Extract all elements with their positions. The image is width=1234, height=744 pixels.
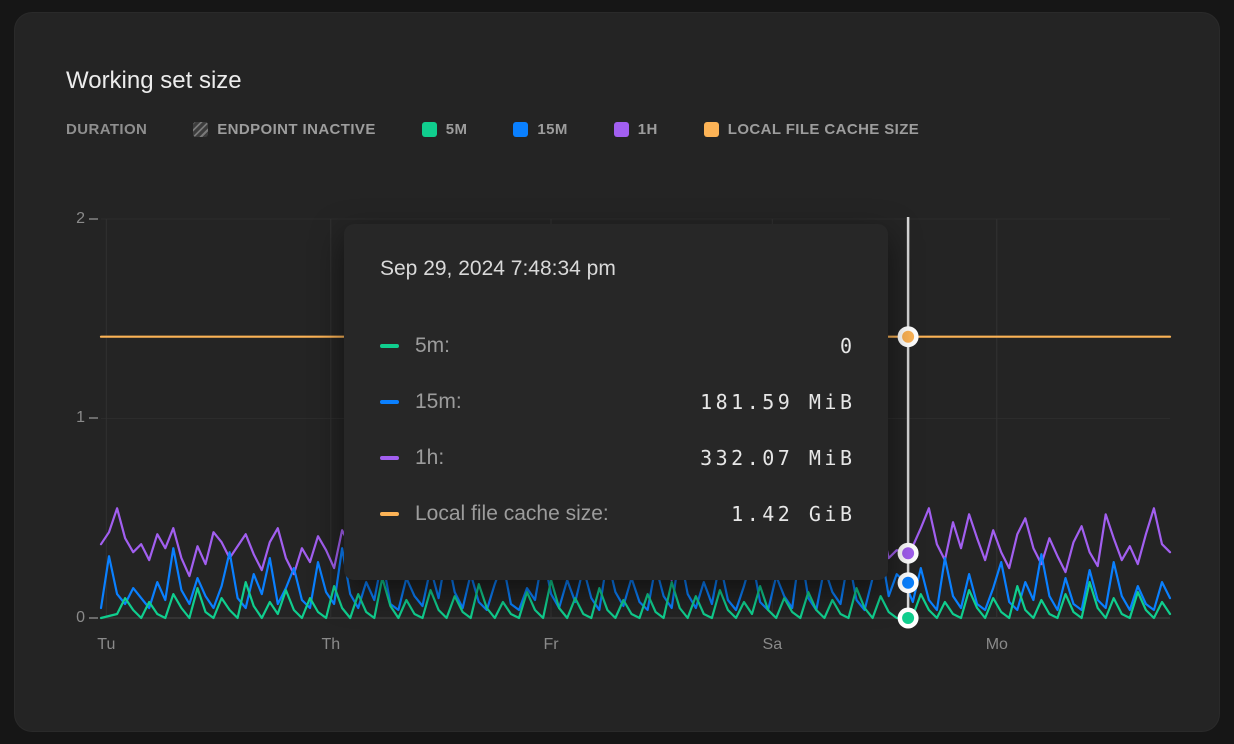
legend-item-label: 5M — [446, 121, 468, 138]
legend-item-label: 1H — [638, 121, 658, 138]
tooltip-row-label: Local file cache size: — [415, 502, 609, 526]
tooltip-row-1h: 1h: 332.07 MiB — [380, 442, 852, 473]
purple-swatch-icon — [614, 122, 629, 137]
working-set-size-card: Working set size DURATION ENDPOINT INACT… — [14, 12, 1220, 732]
legend-item-local-file-cache-size[interactable]: LOCAL FILE CACHE SIZE — [704, 121, 919, 138]
tooltip-row-local-file-cache-size: Local file cache size: 1.42 GiB — [380, 498, 852, 529]
tooltip-timestamp: Sep 29, 2024 7:48:34 pm — [380, 254, 852, 284]
chart-legend: DURATION ENDPOINT INACTIVE 5M 15M 1H LOC… — [66, 118, 919, 140]
orange-dash-icon — [380, 512, 399, 516]
y-tick-dash — [89, 417, 98, 419]
legend-item-1h[interactable]: 1H — [614, 121, 658, 138]
tooltip-row-value: 1.42 GiB — [731, 502, 855, 526]
tooltip-row-5m: 5m: 0 — [380, 330, 852, 361]
legend-item-label: LOCAL FILE CACHE SIZE — [728, 121, 919, 138]
green-dash-icon — [380, 344, 399, 348]
x-tick-th: Th — [321, 635, 340, 655]
legend-item-15m[interactable]: 15M — [513, 121, 567, 138]
blue-swatch-icon — [513, 122, 528, 137]
y-tick-0: 0 — [43, 607, 85, 629]
hatch-swatch-icon — [193, 122, 208, 137]
tooltip-rows: 5m: 0 15m: 181.59 MiB 1h: 332.07 MiB Loc… — [380, 330, 852, 529]
tooltip-row-15m: 15m: 181.59 MiB — [380, 386, 852, 417]
tooltip-row-label: 5m: — [415, 334, 450, 358]
tooltip-row-value: 181.59 MiB — [700, 390, 855, 414]
legend-item-label: ENDPOINT INACTIVE — [217, 121, 375, 138]
legend-item-label: 15M — [537, 121, 567, 138]
duration-label: DURATION — [66, 121, 147, 138]
green-swatch-icon — [422, 122, 437, 137]
y-tick-dash — [89, 617, 98, 619]
tooltip-row-value: 332.07 MiB — [700, 446, 855, 470]
legend-item-5m[interactable]: 5M — [422, 121, 468, 138]
x-tick-mo: Mo — [986, 635, 1008, 655]
legend-item-endpoint-inactive[interactable]: ENDPOINT INACTIVE — [193, 121, 375, 138]
orange-swatch-icon — [704, 122, 719, 137]
y-tick-1: 1 — [43, 407, 85, 429]
tooltip-row-value: 0 — [840, 334, 856, 358]
x-tick-sa: Sa — [763, 635, 783, 655]
tooltip-row-label: 1h: — [415, 446, 444, 470]
x-tick-fr: Fr — [543, 635, 558, 655]
page-title: Working set size — [66, 65, 242, 97]
x-tick-tu: Tu — [97, 635, 115, 655]
purple-dash-icon — [380, 456, 399, 460]
blue-dash-icon — [380, 400, 399, 404]
chart-tooltip: Sep 29, 2024 7:48:34 pm 5m: 0 15m: 181.5… — [344, 224, 888, 580]
y-tick-dash — [89, 218, 98, 220]
y-tick-2: 2 — [43, 208, 85, 230]
tooltip-row-label: 15m: — [415, 390, 462, 414]
